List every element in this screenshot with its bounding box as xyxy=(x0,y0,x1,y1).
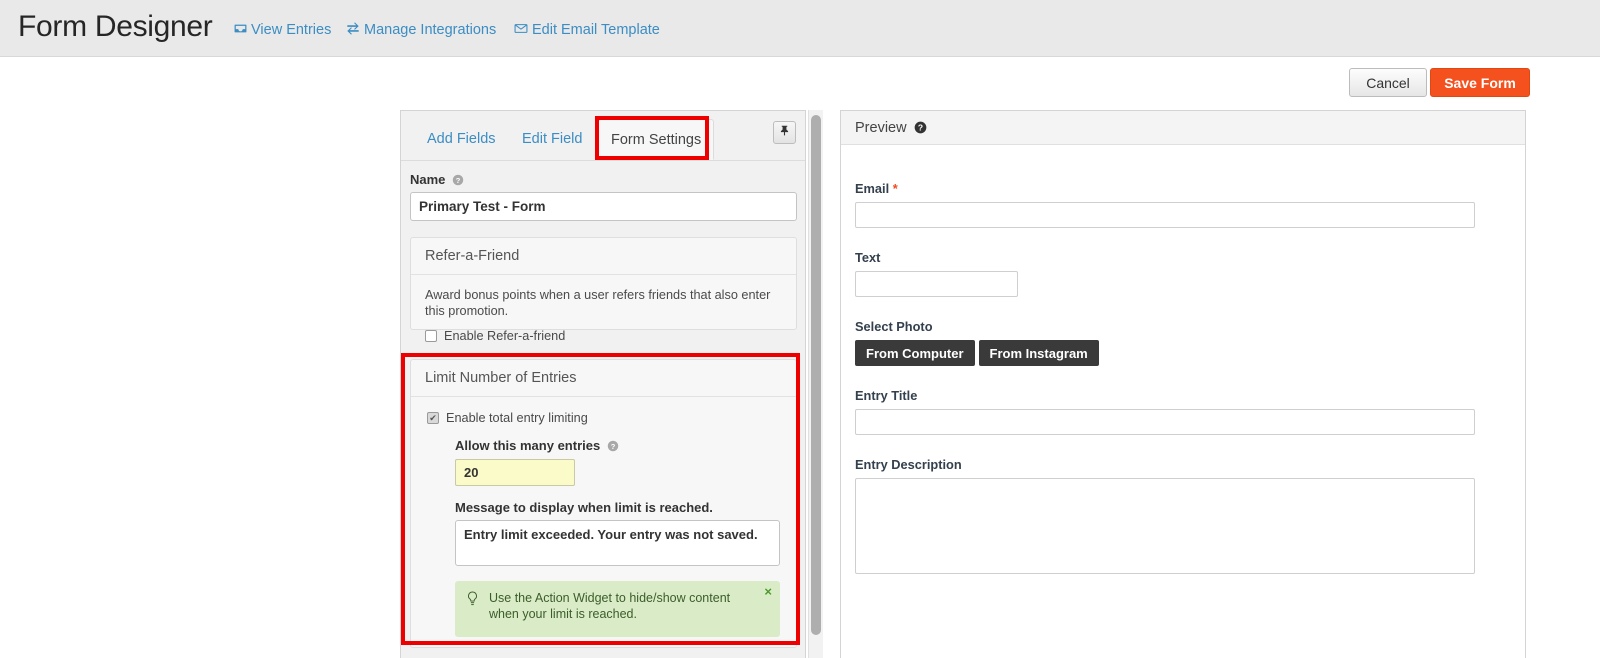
refer-a-friend-description: Award bonus points when a user refers fr… xyxy=(425,287,782,319)
nav-link-manage-integrations[interactable]: Manage Integrations xyxy=(346,22,496,39)
from-instagram-button[interactable]: From Instagram xyxy=(979,340,1099,366)
page-title: Form Designer xyxy=(18,8,212,46)
question-circle-icon[interactable]: ? xyxy=(452,174,464,186)
save-form-button[interactable]: Save Form xyxy=(1430,68,1530,97)
app-header: Form Designer View Entries Manage Integr… xyxy=(0,0,1600,57)
tab-form-settings[interactable]: Form Settings xyxy=(598,119,714,160)
preview-entry-title-label: Entry Title xyxy=(855,388,1511,403)
envelope-icon xyxy=(514,22,528,39)
nav-label-edit-email-template: Edit Email Template xyxy=(532,22,660,38)
action-widget-tip-text: Use the Action Widget to hide/show conte… xyxy=(489,590,734,622)
limit-entries-body: Enable total entry limiting Allow this m… xyxy=(411,397,796,651)
preview-email-label-text: Email xyxy=(855,181,889,196)
limit-entries-title: Limit Number of Entries xyxy=(411,360,796,397)
question-circle-icon[interactable]: ? xyxy=(607,440,619,452)
preview-entry-description-textarea[interactable] xyxy=(855,478,1475,574)
preview-header: Preview ? xyxy=(841,111,1525,145)
tab-add-fields[interactable]: Add Fields xyxy=(415,119,508,160)
limit-number-of-entries-card: Limit Number of Entries Enable total ent… xyxy=(410,359,797,648)
enable-total-entry-limiting-row[interactable]: Enable total entry limiting xyxy=(427,411,782,425)
preview-panel: Preview ? Email * Text Select Photo From… xyxy=(840,110,1526,658)
allow-entries-label-text: Allow this many entries xyxy=(455,438,600,453)
preview-entry-title-input[interactable] xyxy=(855,409,1475,435)
action-widget-tip: Use the Action Widget to hide/show conte… xyxy=(455,581,780,637)
preview-text-label: Text xyxy=(855,250,1511,265)
enable-total-entry-limiting-label: Enable total entry limiting xyxy=(446,411,588,425)
form-name-input[interactable] xyxy=(410,192,797,221)
nav-link-view-entries[interactable]: View Entries xyxy=(234,22,331,39)
nav-label-manage-integrations: Manage Integrations xyxy=(364,22,496,38)
svg-text:?: ? xyxy=(611,442,616,451)
settings-tabs: Add Fields Edit Field Form Settings xyxy=(401,119,805,161)
limit-message-label: Message to display when limit is reached… xyxy=(455,500,782,515)
svg-text:?: ? xyxy=(918,123,923,133)
tab-edit-field[interactable]: Edit Field xyxy=(510,119,594,160)
refer-a-friend-title: Refer-a-Friend xyxy=(411,238,796,275)
preview-title: Preview xyxy=(855,120,907,136)
required-marker: * xyxy=(893,181,898,196)
preview-entry-description-label: Entry Description xyxy=(855,457,1511,472)
enable-total-entry-limiting-checkbox[interactable] xyxy=(427,412,439,424)
preview-text-input[interactable] xyxy=(855,271,1018,297)
select-photo-buttons: From Computer From Instagram xyxy=(855,340,1511,366)
refer-a-friend-card: Refer-a-Friend Award bonus points when a… xyxy=(410,237,797,330)
from-computer-button[interactable]: From Computer xyxy=(855,340,975,366)
close-icon[interactable]: × xyxy=(764,584,772,599)
svg-text:?: ? xyxy=(456,176,461,185)
form-settings-panel: Add Fields Edit Field Form Settings Name… xyxy=(400,110,806,658)
allow-entries-input[interactable] xyxy=(455,459,575,486)
preview-select-photo-label: Select Photo xyxy=(855,319,1511,334)
question-circle-filled-icon[interactable]: ? xyxy=(914,113,926,125)
name-label-text: Name xyxy=(410,172,445,187)
nav-label-view-entries: View Entries xyxy=(251,22,331,38)
preview-form: Email * Text Select Photo From Computer … xyxy=(841,145,1525,579)
enable-refer-a-friend-row[interactable]: Enable Refer-a-friend xyxy=(425,329,782,343)
enable-refer-a-friend-checkbox[interactable] xyxy=(425,330,437,342)
settings-scrollbar-thumb[interactable] xyxy=(811,115,821,635)
enable-refer-a-friend-label: Enable Refer-a-friend xyxy=(444,329,565,343)
name-label: Name ? xyxy=(410,172,464,187)
nav-link-edit-email-template[interactable]: Edit Email Template xyxy=(514,22,660,39)
refer-a-friend-body: Award bonus points when a user refers fr… xyxy=(411,275,796,355)
pushpin-button[interactable] xyxy=(773,121,796,144)
inbox-icon xyxy=(234,22,247,39)
preview-email-label: Email * xyxy=(855,181,1511,196)
transfer-icon xyxy=(346,22,360,39)
pushpin-icon xyxy=(779,124,790,142)
cancel-button[interactable]: Cancel xyxy=(1349,68,1427,97)
lightbulb-icon xyxy=(466,591,479,612)
preview-email-input[interactable] xyxy=(855,202,1475,228)
limit-message-textarea[interactable]: Entry limit exceeded. Your entry was not… xyxy=(455,520,780,566)
allow-entries-label: Allow this many entries ? xyxy=(455,438,782,453)
